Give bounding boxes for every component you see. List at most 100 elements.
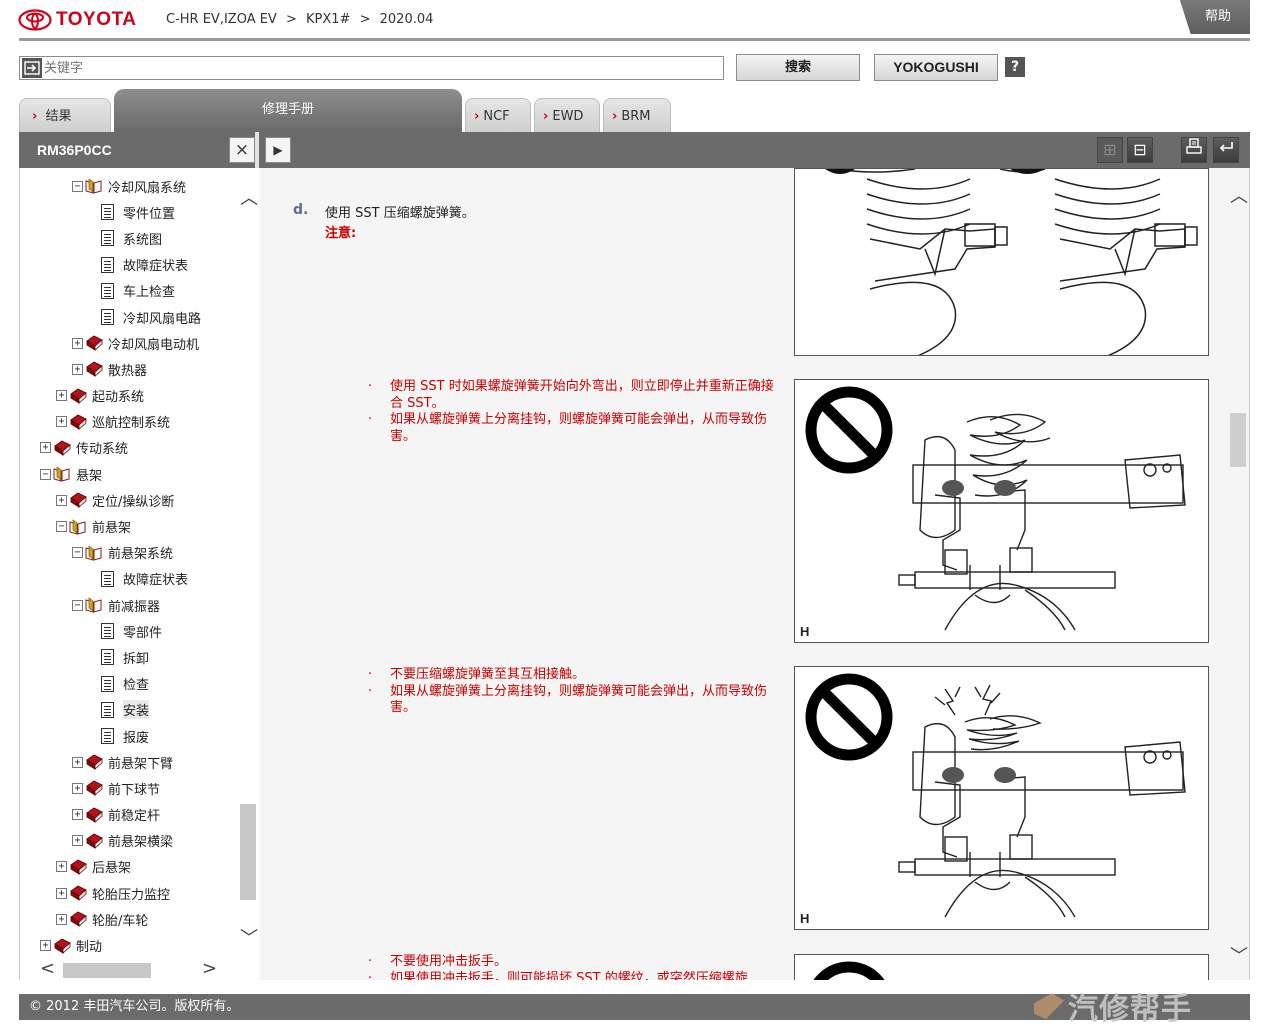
print-icon[interactable]	[1181, 137, 1207, 163]
tree-node[interactable]: + 冷却风扇电动机	[20, 330, 238, 356]
help-button[interactable]: 帮助	[1179, 0, 1250, 34]
collapse-toggle-icon[interactable]: −	[72, 599, 83, 611]
expand-panel-icon[interactable]: ▶	[265, 137, 291, 163]
tree-node[interactable]: − 悬架	[20, 461, 238, 487]
collapse-toggle-icon[interactable]: −	[40, 468, 51, 480]
tree-node-label: 零件位置	[123, 206, 176, 222]
breadcrumb-item[interactable]: 2020.04	[380, 12, 434, 27]
expand-toggle-icon[interactable]: +	[56, 861, 67, 873]
expand-toggle-icon[interactable]: +	[72, 809, 83, 821]
watermark-text: 汽修帮手	[1068, 992, 1192, 1027]
tree-node[interactable]: 拆卸	[20, 644, 238, 670]
expand-toggle-icon[interactable]: +	[56, 494, 67, 506]
caution-heading: 注意:	[325, 226, 357, 241]
close-icon[interactable]: ×	[229, 137, 255, 163]
tree-node-label: 起动系统	[92, 390, 145, 406]
expand-toggle-icon[interactable]: +	[56, 913, 67, 925]
expand-toggle-icon[interactable]: +	[56, 416, 67, 428]
tree-node[interactable]: + 轮胎压力监控	[20, 880, 238, 906]
tree-node-label: 冷却风扇系统	[108, 180, 187, 196]
breadcrumb-item[interactable]: C-HR EV,IZOA EV	[166, 12, 277, 27]
tab-ncf[interactable]: › NCF	[465, 98, 531, 132]
expand-toggle-icon[interactable]: +	[56, 887, 67, 899]
closed-book-icon	[86, 807, 103, 823]
toyota-logo[interactable]: TOYOTA	[18, 7, 136, 33]
closed-book-icon	[86, 754, 103, 771]
tree-node[interactable]: + 前悬架下臂	[20, 749, 238, 775]
tree-node[interactable]: 零部件	[20, 618, 238, 644]
collapse-all-icon[interactable]: ⊟	[1127, 137, 1153, 163]
tree-node[interactable]: + 轮胎/车轮	[20, 906, 238, 932]
open-book-icon	[85, 178, 102, 194]
tree-node[interactable]: + 定位/操纵诊断	[20, 487, 238, 513]
tree-node-label: 传动系统	[76, 442, 129, 458]
scrollbar-thumb[interactable]	[63, 963, 151, 978]
closed-book-icon	[70, 388, 87, 404]
tree-node-label: 散热器	[108, 363, 148, 379]
tree-node[interactable]: + 巡航控制系统	[20, 409, 238, 435]
expand-toggle-icon[interactable]: +	[40, 442, 51, 454]
tree-node[interactable]: − 前减振器	[20, 592, 238, 618]
search-button[interactable]: 搜索	[736, 54, 860, 81]
breadcrumb-item[interactable]: KPX1#	[306, 12, 350, 27]
tree-node[interactable]: + 制动	[20, 932, 238, 958]
scroll-down-icon[interactable]: ﹀	[240, 924, 258, 950]
scroll-left-icon[interactable]: <	[40, 958, 55, 979]
expand-toggle-icon[interactable]: +	[56, 390, 67, 402]
search-arrow-icon[interactable]	[22, 58, 42, 78]
tree-node[interactable]: + 后悬架	[20, 854, 238, 880]
tab-brm[interactable]: › BRM	[603, 98, 671, 132]
tree-node-label: 前悬架横梁	[108, 835, 174, 851]
tree-node[interactable]: − 前悬架系统	[20, 540, 238, 566]
collapse-toggle-icon[interactable]: −	[72, 180, 83, 192]
tree-node[interactable]: 安装	[20, 697, 238, 723]
expand-toggle-icon[interactable]: +	[72, 337, 83, 349]
scrollbar-thumb[interactable]	[1230, 413, 1246, 467]
tree-node[interactable]: + 起动系统	[20, 383, 238, 409]
warning-list-3: 不要使用冲击扳手。 如果使用冲击扳手，则可能损坏 SST 的螺纹，或突然压缩螺旋	[368, 954, 778, 980]
tree-node[interactable]: 检查	[20, 671, 238, 697]
expand-toggle-icon[interactable]: +	[72, 835, 83, 847]
expand-toggle-icon[interactable]: +	[72, 782, 83, 794]
tree-node[interactable]: − 冷却风扇系统	[20, 173, 238, 199]
collapse-toggle-icon[interactable]: −	[72, 547, 83, 559]
tab-ewd[interactable]: › EWD	[534, 98, 600, 132]
document-icon	[101, 701, 114, 718]
expand-toggle-icon[interactable]: +	[72, 363, 83, 375]
expand-toggle-icon[interactable]: +	[40, 940, 51, 952]
toolbar-divider	[255, 132, 259, 168]
scroll-up-icon[interactable]: ︿	[240, 184, 258, 210]
closed-book-icon	[86, 361, 103, 378]
tree-node[interactable]: 车上检查	[20, 278, 238, 304]
help-question-icon[interactable]: ?	[1005, 57, 1025, 77]
tree-node[interactable]: 报废	[20, 723, 238, 749]
tree-node[interactable]: 故障症状表	[20, 566, 238, 592]
tree-node[interactable]: 故障症状表	[20, 252, 238, 278]
tree-horizontal-scrollbar[interactable]: < >	[20, 958, 238, 980]
tree-node[interactable]: + 前悬架横梁	[20, 828, 238, 854]
tree-node[interactable]: + 前稳定杆	[20, 802, 238, 828]
expand-toggle-icon[interactable]: +	[72, 756, 83, 768]
scroll-down-icon[interactable]: ﹀	[1230, 942, 1248, 968]
tree-node[interactable]: + 散热器	[20, 356, 238, 382]
collapse-toggle-icon[interactable]: −	[56, 521, 67, 533]
scrollbar-thumb[interactable]	[240, 804, 256, 900]
tree-node[interactable]: − 前悬架	[20, 513, 238, 539]
back-icon[interactable]	[1213, 137, 1239, 163]
scroll-right-icon[interactable]: >	[202, 958, 217, 979]
expand-all-icon[interactable]: ⊞	[1097, 137, 1123, 163]
tree-node[interactable]: 系统图	[20, 225, 238, 251]
content-vertical-scrollbar[interactable]: ︿ ﹀	[1226, 168, 1249, 980]
scroll-up-icon[interactable]: ︿	[1230, 182, 1248, 208]
tree-node-label: 系统图	[123, 232, 163, 248]
search-input[interactable]	[42, 58, 723, 78]
tree-vertical-scrollbar[interactable]: ︿ ﹀	[238, 176, 258, 956]
tree-node[interactable]: 零件位置	[20, 199, 238, 225]
tab-result[interactable]: › 结果	[19, 98, 111, 132]
open-book-icon	[85, 597, 102, 613]
tree-node[interactable]: + 传动系统	[20, 435, 238, 461]
tree-node[interactable]: + 前下球节	[20, 775, 238, 801]
tree-node[interactable]: 冷却风扇电路	[20, 304, 238, 330]
tab-repair-manual[interactable]: 修理手册	[114, 89, 462, 132]
yokogushi-button[interactable]: YOKOGUSHI	[874, 54, 998, 81]
